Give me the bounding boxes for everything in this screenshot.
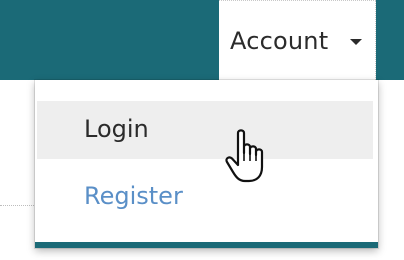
hand-pointer-icon (225, 129, 264, 183)
page: Account Login Register (0, 0, 404, 260)
caret-down-icon (350, 39, 362, 45)
menu-item-label: Register (84, 182, 183, 210)
top-navbar: Account (0, 0, 404, 80)
account-dropdown-toggle[interactable]: Account (219, 0, 376, 80)
dotted-divider (0, 205, 36, 206)
menu-item-login[interactable]: Login (37, 101, 373, 159)
menu-item-label: Login (84, 115, 149, 143)
account-dropdown-menu: Login Register (35, 80, 378, 248)
menu-item-register[interactable]: Register (37, 168, 373, 226)
account-label: Account (230, 27, 329, 55)
dropdown-bottom-accent (35, 242, 378, 248)
